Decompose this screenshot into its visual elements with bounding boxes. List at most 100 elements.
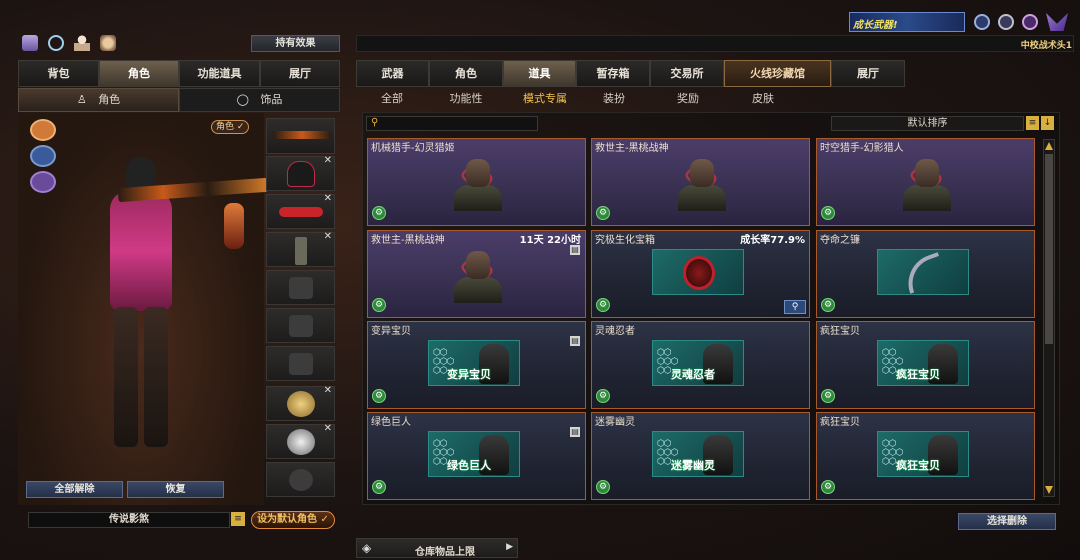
expand-arrow-icon[interactable]: ▶ [506, 542, 513, 552]
equip-gear-icon[interactable]: ⚙ [372, 480, 386, 494]
left-tab-bar: 背包 角色 功能道具 展厅 [18, 60, 340, 87]
delete-icon[interactable]: ▤ [570, 336, 580, 346]
sort-dropdown[interactable]: 默认排序 [831, 116, 1024, 131]
remove-icon[interactable]: ✕ [324, 231, 332, 242]
equip-gear-icon[interactable]: ⚙ [596, 480, 610, 494]
badge-icon-shield[interactable] [974, 14, 990, 30]
slot-pet-gold[interactable]: ✕ [266, 385, 335, 421]
subtab-accessory[interactable]: ◯ 饰品 [179, 88, 340, 112]
character-name-field[interactable]: 传说影煞 [28, 512, 230, 528]
emote-icon-blue[interactable] [30, 145, 56, 167]
item-card[interactable]: 时空猎手-幻影猎人 ⚙ [816, 138, 1035, 226]
equip-gear-icon[interactable]: ⚙ [372, 206, 386, 220]
item-card[interactable]: 夺命之镰 ⚙ [816, 230, 1035, 318]
emote-icon-orange[interactable] [30, 119, 56, 141]
item-name: 时空猎手-幻影猎人 [820, 143, 904, 154]
item-card[interactable]: 疯狂宝贝 ⬡⬡ ⬡⬡⬡ ⬡⬡ 疯狂宝贝 ⚙ [816, 321, 1035, 409]
remove-icon[interactable]: ✕ [324, 423, 332, 434]
zombie-caption: 绿色巨人 [447, 459, 491, 472]
subtab-role[interactable]: ♙ 角色 [18, 88, 179, 112]
equip-gear-icon[interactable]: ⚙ [821, 206, 835, 220]
item-card[interactable]: 机械猎手-幻灵猎姬 ⚙ [367, 138, 586, 226]
badge-icon-star[interactable] [1022, 14, 1038, 30]
growth-weapon-banner[interactable]: 成长武器! [849, 12, 965, 32]
left-tab-hall[interactable]: 展厅 [260, 60, 340, 87]
main-tab-weapons[interactable]: 武器 [356, 60, 429, 87]
item-card[interactable]: 救世主-黑桃战神 11天 22小时 ⚙ ▤ [367, 230, 586, 318]
search-input[interactable] [385, 117, 535, 130]
sub-tab-mode-exclusive[interactable]: 模式专属 [514, 89, 576, 109]
main-tab-storage[interactable]: 暂存箱 [576, 60, 650, 87]
banner-text: 成长武器! [853, 20, 898, 31]
left-tab-function[interactable]: 功能道具 [179, 60, 260, 87]
sort-down-icon[interactable]: ↓ [1041, 116, 1054, 130]
stack-icon: ◈ [362, 541, 372, 555]
left-tab-bag[interactable]: 背包 [18, 60, 99, 87]
main-tab-roles[interactable]: 角色 [429, 60, 503, 87]
eye-icon[interactable] [48, 35, 64, 51]
main-tab-items[interactable]: 道具 [503, 60, 576, 87]
sub-tab-dressup[interactable]: 装扮 [588, 89, 640, 109]
left-tab-role[interactable]: 角色 [99, 60, 179, 87]
slot-empty-belt[interactable] [266, 346, 335, 381]
sub-tab-skin[interactable]: 皮肤 [737, 89, 789, 109]
delete-icon[interactable]: ▤ [570, 245, 580, 255]
select-delete-button[interactable]: 选择删除 [958, 513, 1056, 530]
item-card[interactable]: 迷雾幽灵 ⬡⬡ ⬡⬡⬡ ⬡⬡ 迷雾幽灵 ⚙ [591, 412, 810, 500]
bag-icon[interactable] [100, 35, 116, 51]
equip-gear-icon[interactable]: ⚙ [372, 298, 386, 312]
item-card[interactable]: 疯狂宝贝 ⬡⬡ ⬡⬡⬡ ⬡⬡ 疯狂宝贝 ⚙ [816, 412, 1035, 500]
scroll-down-arrow[interactable] [1045, 486, 1053, 494]
slot-empty-vest[interactable] [266, 270, 335, 305]
equip-gear-icon[interactable]: ⚙ [821, 480, 835, 494]
remove-icon[interactable]: ✕ [324, 385, 332, 396]
item-card[interactable]: 灵魂忍者 ⬡⬡ ⬡⬡⬡ ⬡⬡ 灵魂忍者 ⚙ [591, 321, 810, 409]
item-card[interactable]: 救世主-黑桃战神 ⚙ [591, 138, 810, 226]
delete-icon[interactable]: ▤ [570, 427, 580, 437]
zombie-image: ⬡⬡ ⬡⬡⬡ ⬡⬡ 疯狂宝贝 [877, 340, 969, 386]
magnify-icon[interactable]: ⚲ [784, 300, 806, 314]
ring-icon: ◯ [236, 93, 249, 106]
scroll-thumb[interactable] [1045, 154, 1053, 344]
item-card[interactable]: 变异宝贝 ⬡⬡ ⬡⬡⬡ ⬡⬡ 变异宝贝 ⚙ ▤ [367, 321, 586, 409]
set-default-button[interactable]: 设为默认角色 ✓ [251, 511, 335, 529]
equip-gear-icon[interactable]: ⚙ [372, 389, 386, 403]
main-tab-exchange[interactable]: 交易所 [650, 60, 724, 87]
warehouse-limit-bar[interactable]: ◈ 仓库物品上限 ▶ [356, 538, 518, 558]
chart-icon[interactable] [22, 35, 38, 51]
unequip-all-button[interactable]: 全部解除 [26, 481, 123, 498]
figure-icon[interactable] [74, 35, 90, 51]
slot-walkie[interactable]: ✕ [266, 231, 335, 267]
slot-pet-silver[interactable]: ✕ [266, 423, 335, 459]
badge-icon-globe[interactable] [998, 14, 1014, 30]
sub-tab-all[interactable]: 全部 [366, 89, 418, 109]
effect-button[interactable]: 持有效果 [251, 35, 340, 52]
sub-tab-functional[interactable]: 功能性 [440, 89, 492, 109]
remove-icon[interactable]: ✕ [324, 193, 332, 204]
search-field[interactable]: ⚲ [366, 116, 538, 131]
name-menu-icon[interactable]: ≡ [231, 512, 245, 526]
equip-gear-icon[interactable]: ⚙ [596, 389, 610, 403]
equip-gear-icon[interactable]: ⚙ [821, 298, 835, 312]
slot-empty-last[interactable] [266, 462, 335, 497]
sub-tab-reward[interactable]: 奖励 [662, 89, 714, 109]
main-tab-collection[interactable]: 火线珍藏馆 [724, 60, 831, 87]
restore-button[interactable]: 恢复 [127, 481, 224, 498]
emote-icon-purple[interactable] [30, 171, 56, 193]
scrollbar[interactable] [1043, 139, 1055, 497]
badge-icon-wing[interactable] [1046, 13, 1068, 31]
equip-gear-icon[interactable]: ⚙ [821, 389, 835, 403]
slot-glasses[interactable]: ✕ [266, 193, 335, 229]
list-view-icon[interactable]: ≡ [1026, 116, 1039, 130]
item-card[interactable]: 究极生化宝箱 成长率77.9% ⚙ ⚲ [591, 230, 810, 318]
main-tab-hall[interactable]: 展厅 [831, 60, 905, 87]
slot-weapon[interactable] [266, 118, 335, 154]
item-card[interactable]: 绿色巨人 ⬡⬡ ⬡⬡⬡ ⬡⬡ 绿色巨人 ⚙ ▤ [367, 412, 586, 500]
slot-hat[interactable]: ✕ [266, 155, 335, 191]
remove-icon[interactable]: ✕ [324, 155, 332, 166]
scroll-up-arrow[interactable] [1045, 142, 1053, 150]
equip-gear-icon[interactable]: ⚙ [596, 298, 610, 312]
slot-empty-armor[interactable] [266, 308, 335, 343]
item-info: 11天 22小时 [519, 235, 581, 246]
equip-gear-icon[interactable]: ⚙ [596, 206, 610, 220]
